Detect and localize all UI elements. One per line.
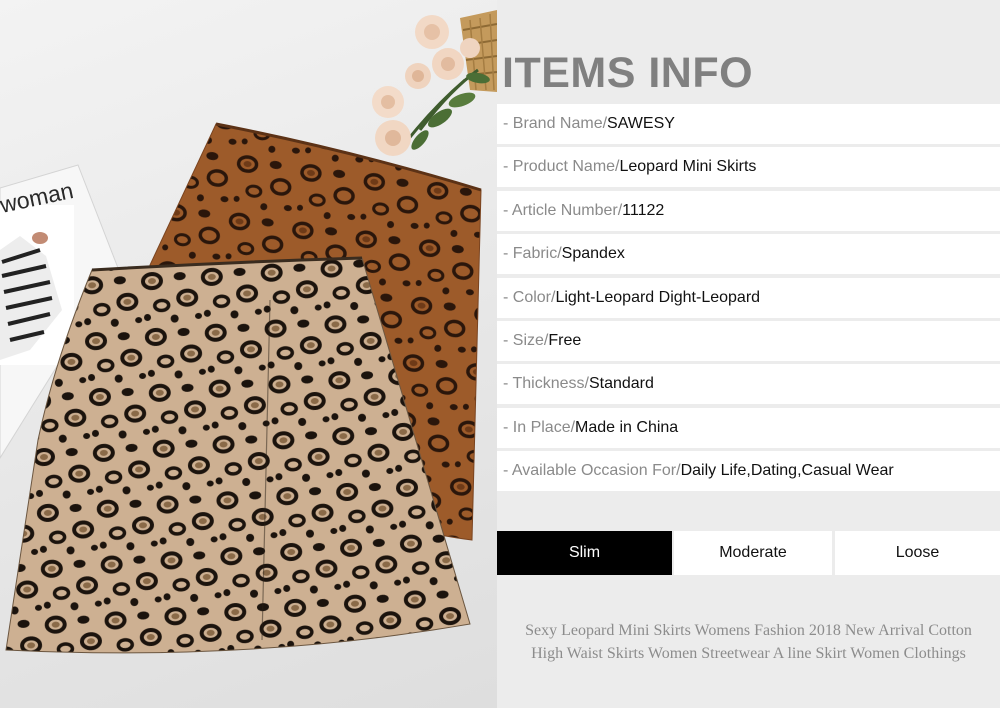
product-name-value: Leopard Mini Skirts (619, 158, 757, 176)
in-place-value: Made in China (575, 418, 679, 436)
fabric-value: Spandex (561, 245, 625, 263)
size-label: - Size/ (503, 331, 549, 349)
in-place-label: - In Place/ (503, 418, 576, 436)
product-description: Sexy Leopard Mini Skirts Womens Fashion … (497, 620, 1000, 665)
thickness-value: Standard (588, 375, 654, 393)
flower-decoration (372, 10, 497, 156)
in-place-row: - In Place/ Made in China (497, 407, 1000, 448)
description-line-2: High Waist Skirts Women Streetwear A lin… (531, 644, 966, 662)
occasion-label: - Available Occasion For/ (503, 462, 681, 480)
color-label: - Color/ (503, 288, 556, 306)
size-value: Free (548, 331, 582, 349)
brand-name-label: - Brand Name/ (503, 115, 608, 132)
article-number-value: 11122 (622, 201, 665, 219)
fit-selector: Slim Moderate Loose (497, 531, 1000, 575)
description-line-1: Sexy Leopard Mini Skirts Womens Fashion … (525, 622, 972, 639)
fabric-row: - Fabric/ Spandex (497, 234, 1000, 275)
occasion-value: Daily Life,Dating,Casual Wear (680, 462, 894, 480)
size-row: - Size/ Free (497, 320, 1000, 361)
fabric-label: - Fabric/ (503, 245, 562, 263)
occasion-row: - Available Occasion For/ Daily Life,Dat… (497, 451, 1000, 492)
product-name-row: - Product Name/ Leopard Mini Skirts (497, 147, 1000, 188)
items-info-title: ITEMS INFO (502, 49, 754, 97)
items-info-panel: ITEMS INFO - Brand Name/ SAWESY - Produc… (497, 0, 1000, 708)
brand-name-row: - Brand Name/ SAWESY (497, 104, 1000, 144)
product-photo: woman (0, 0, 497, 708)
article-number-label: - Article Number/ (503, 201, 623, 219)
fit-option-slim[interactable]: Slim (497, 531, 672, 575)
product-name-label: - Product Name/ (503, 158, 620, 176)
thickness-row: - Thickness/ Standard (497, 364, 1000, 405)
article-number-row: - Article Number/ 11122 (497, 190, 1000, 231)
color-row: - Color/ Light-Leopard Dight-Leopard (497, 277, 1000, 318)
info-rows: - Brand Name/ SAWESY - Product Name/ Leo… (497, 104, 1000, 495)
fit-option-moderate[interactable]: Moderate (674, 531, 832, 575)
thickness-label: - Thickness/ (503, 375, 589, 393)
fit-option-loose[interactable]: Loose (835, 531, 1000, 575)
color-value: Light-Leopard Dight-Leopard (555, 288, 761, 306)
brand-name-value: SAWESY (607, 115, 675, 132)
